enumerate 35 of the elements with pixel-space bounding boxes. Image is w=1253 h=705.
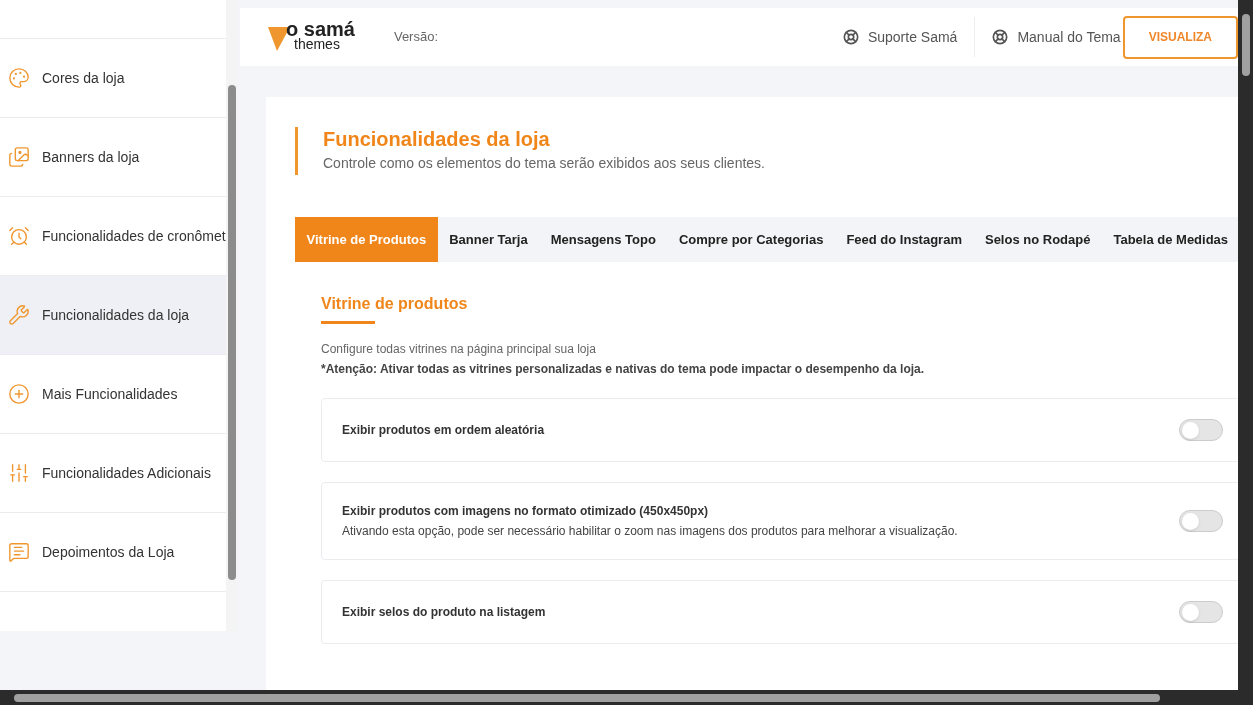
toggle-switch[interactable] (1179, 601, 1223, 623)
wrench-icon (8, 304, 30, 326)
tab[interactable]: Mensagens Topo (539, 217, 668, 262)
section-title: Vitrine de produtos (321, 294, 468, 314)
logo: o samá themes (268, 22, 355, 52)
scrollbar[interactable] (226, 0, 238, 631)
option-label: Exibir produtos em ordem aleatória (342, 422, 546, 439)
page-subtitle: Controle como os elementos do tema serão exibidos aos seus clientes. (323, 154, 765, 173)
header-link[interactable]: Suporte Samá (825, 17, 975, 57)
horizontal-scrollbar[interactable] (0, 690, 1253, 705)
image-icon (8, 146, 30, 168)
plus-circle-icon (8, 383, 30, 405)
toggle-switch[interactable] (1179, 419, 1223, 441)
tab[interactable]: Selos no Rodapé (973, 217, 1102, 262)
alarm-clock-icon (8, 225, 30, 247)
sliders-icon (8, 462, 30, 484)
lifebuoy-icon (992, 29, 1009, 45)
tab[interactable]: Compre por Categorias (667, 217, 835, 262)
toggle-switch[interactable] (1179, 510, 1223, 532)
option-label: Exibir produtos com imagens no formato otimizado (450x450px) (342, 503, 710, 520)
option-label: Exibir selos do produto na listagem (342, 604, 547, 621)
version-label: Versão: (393, 28, 439, 47)
lifebuoy-icon (842, 29, 859, 45)
option-hint: Ativando esta opção, pode ser necessário habilitar o zoom nas imagens dos produtos para melhorar a visualização. (342, 523, 959, 540)
vertical-scrollbar[interactable] (1238, 0, 1253, 690)
tab[interactable]: Tabela de Medidas (1101, 217, 1238, 262)
tab[interactable]: Banner Tarja (437, 217, 540, 262)
chat-bubble-icon (8, 541, 30, 563)
palette-icon (8, 67, 30, 89)
header-link[interactable]: Manual do Tema (974, 17, 1123, 57)
warning-text: *Atenção: Ativar todas as vitrines personalizadas e nativas do tema pode impactar o desempenho da loja. (321, 361, 926, 378)
tab[interactable]: Feed do Instagram (834, 217, 974, 262)
page-title: Funcionalidades da loja (323, 127, 551, 152)
sidebar-item[interactable]: Funcionalidades da loja (0, 276, 226, 355)
section-description: Configure todas vitrines na página principal sua loja (321, 341, 597, 358)
